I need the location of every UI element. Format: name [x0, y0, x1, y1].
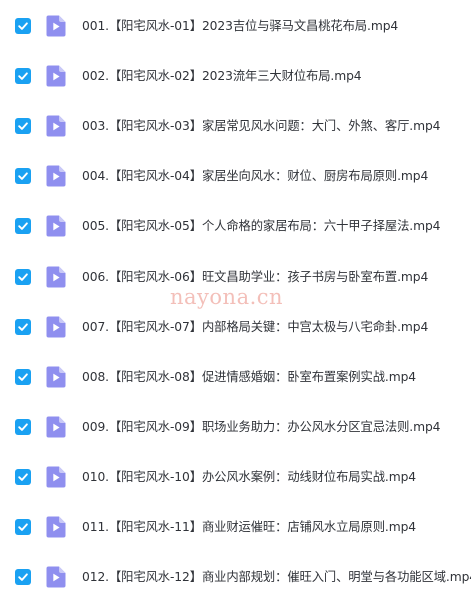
file-row[interactable]: 005.【阳宅风水-05】个人命格的家居布局：六十甲子择屋法.mp4 — [0, 206, 471, 246]
video-file-icon — [46, 15, 66, 37]
file-name[interactable]: 007.【阳宅风水-07】内部格局关键：中宫太极与八宅命卦.mp4 — [82, 317, 471, 337]
file-row[interactable]: 002.【阳宅风水-02】2023流年三大财位布局.mp4 — [0, 56, 471, 96]
video-file-icon — [46, 266, 66, 288]
checkbox-checked-icon[interactable] — [15, 18, 31, 34]
checkbox-checked-icon[interactable] — [15, 268, 31, 285]
file-row[interactable]: 009.【阳宅风水-09】职场业务助力：办公风水分区宜忌法则.mp4 — [0, 407, 471, 447]
file-name[interactable]: 011.【阳宅风水-11】商业财运催旺：店铺风水立局原则.mp4 — [82, 517, 471, 537]
video-file-icon — [46, 466, 66, 488]
file-name[interactable]: 012.【阳宅风水-12】商业内部规划：催旺入门、明堂与各功能区域.mp4 — [82, 567, 471, 587]
file-row[interactable]: 004.【阳宅风水-04】家居坐向风水：财位、厨房布局原则.mp4 — [0, 156, 471, 196]
video-file-icon — [46, 516, 66, 538]
video-file-icon — [46, 366, 66, 388]
video-file-icon — [46, 416, 66, 438]
video-file-icon — [46, 115, 66, 137]
video-file-icon — [46, 165, 66, 187]
checkbox-checked-icon[interactable] — [15, 118, 31, 135]
file-name[interactable]: 005.【阳宅风水-05】个人命格的家居布局：六十甲子择屋法.mp4 — [82, 216, 471, 236]
file-name[interactable]: 009.【阳宅风水-09】职场业务助力：办公风水分区宜忌法则.mp4 — [82, 417, 471, 437]
file-name[interactable]: 006.【阳宅风水-06】旺文昌助学业：孩子书房与卧室布置.mp4 — [82, 267, 471, 287]
checkbox-checked-icon[interactable] — [15, 519, 31, 535]
checkbox-checked-icon[interactable] — [15, 368, 31, 385]
file-row[interactable]: 001.【阳宅风水-01】2023吉位与驿马文昌桃花布局.mp4 — [0, 6, 471, 46]
file-name[interactable]: 004.【阳宅风水-04】家居坐向风水：财位、厨房布局原则.mp4 — [82, 166, 471, 186]
checkbox-checked-icon[interactable] — [15, 218, 31, 235]
file-name[interactable]: 003.【阳宅风水-03】家居常见风水问题：大门、外煞、客厅.mp4 — [82, 116, 471, 136]
file-row[interactable]: 003.【阳宅风水-03】家居常见风水问题：大门、外煞、客厅.mp4 — [0, 106, 471, 146]
checkbox-checked-icon[interactable] — [15, 168, 31, 185]
file-name[interactable]: 008.【阳宅风水-08】促进情感婚姻：卧室布置案例实战.mp4 — [82, 367, 471, 387]
file-name[interactable]: 001.【阳宅风水-01】2023吉位与驿马文昌桃花布局.mp4 — [82, 16, 471, 36]
file-name[interactable]: 002.【阳宅风水-02】2023流年三大财位布局.mp4 — [82, 66, 471, 86]
checkbox-checked-icon[interactable] — [15, 68, 31, 85]
video-file-icon — [46, 65, 66, 87]
file-row[interactable]: 008.【阳宅风水-08】促进情感婚姻：卧室布置案例实战.mp4 — [0, 357, 471, 397]
file-row[interactable]: 011.【阳宅风水-11】商业财运催旺：店铺风水立局原则.mp4 — [0, 507, 471, 547]
checkbox-checked-icon[interactable] — [15, 318, 31, 335]
checkbox-checked-icon[interactable] — [15, 468, 31, 485]
file-name[interactable]: 010.【阳宅风水-10】办公风水案例：动线财位布局实战.mp4 — [82, 467, 471, 487]
video-file-icon — [46, 566, 66, 588]
checkbox-checked-icon[interactable] — [15, 569, 31, 586]
file-row[interactable]: 012.【阳宅风水-12】商业内部规划：催旺入门、明堂与各功能区域.mp4 — [0, 557, 471, 597]
video-file-icon — [46, 215, 66, 237]
file-row[interactable]: 007.【阳宅风水-07】内部格局关键：中宫太极与八宅命卦.mp4 — [0, 307, 471, 347]
checkbox-checked-icon[interactable] — [15, 418, 31, 435]
watermark: nayona.cn — [170, 285, 284, 309]
file-row[interactable]: 010.【阳宅风水-10】办公风水案例：动线财位布局实战.mp4 — [0, 457, 471, 497]
video-file-icon — [46, 316, 66, 338]
